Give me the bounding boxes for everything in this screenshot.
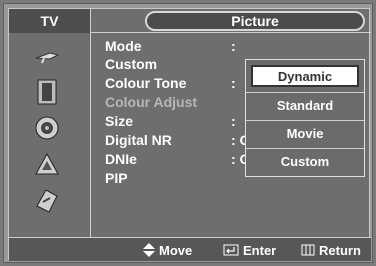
- sidebar: [9, 33, 91, 237]
- menu-item-value: :: [231, 113, 236, 129]
- menu-item-label: DNIe: [105, 151, 137, 167]
- antenna-icon: [35, 52, 60, 64]
- picture-icon: [37, 79, 57, 105]
- sidebar-item-sound[interactable]: [25, 113, 69, 143]
- osd-panel: TV Picture Mode: Custom Colour Tone: C…: [8, 8, 371, 261]
- dropdown-option-movie[interactable]: Movie: [251, 122, 359, 144]
- footer-move: Move: [143, 241, 192, 259]
- menu-item-label: Size: [105, 113, 134, 129]
- return-icon: [301, 244, 315, 256]
- setup-icon: [36, 189, 58, 213]
- enter-icon: [223, 244, 239, 256]
- speaker-icon: [35, 116, 59, 140]
- sidebar-item-input[interactable]: [25, 41, 69, 71]
- menu-item-label: Colour Adjust: [105, 94, 198, 110]
- footer-bar: Move Enter Return: [9, 237, 371, 261]
- footer-return: Return: [301, 241, 361, 259]
- menu-item-label: Digital NR: [105, 132, 172, 148]
- menu-item-label: PIP: [105, 170, 128, 186]
- dropdown-option-standard[interactable]: Standard: [251, 94, 359, 116]
- menu-item-value: :: [231, 75, 236, 91]
- mode-dropdown: Dynamic Standard Movie Custom: [245, 59, 365, 177]
- menu-item-label: Mode: [105, 38, 142, 54]
- dropdown-divider: [246, 148, 364, 149]
- channel-icon: [35, 152, 59, 175]
- footer-return-label: Return: [319, 242, 361, 258]
- page-title: Picture: [145, 11, 365, 31]
- dropdown-option-custom[interactable]: Custom: [251, 150, 359, 172]
- menu-item-mode[interactable]: Mode :: [105, 37, 365, 55]
- footer-enter: Enter: [223, 241, 276, 259]
- footer-enter-label: Enter: [243, 242, 277, 258]
- dropdown-divider: [246, 92, 364, 93]
- menu-item-value: :: [231, 38, 236, 54]
- header-divider: [91, 32, 371, 33]
- menu-item-label: Custom: [105, 56, 158, 72]
- sidebar-item-setup[interactable]: [25, 185, 69, 215]
- tv-tab[interactable]: TV: [9, 9, 91, 33]
- dropdown-option-dynamic[interactable]: Dynamic: [251, 65, 359, 87]
- footer-move-label: Move: [159, 242, 193, 258]
- sidebar-item-picture[interactable]: [25, 77, 69, 107]
- up-down-arrow-icon: [143, 243, 155, 257]
- tv-osd-frame: TV Picture Mode: Custom Colour Tone: C…: [3, 3, 373, 263]
- dropdown-divider: [246, 120, 364, 121]
- sidebar-item-channel[interactable]: [25, 149, 69, 179]
- menu-item-label: Colour Tone: [105, 75, 187, 91]
